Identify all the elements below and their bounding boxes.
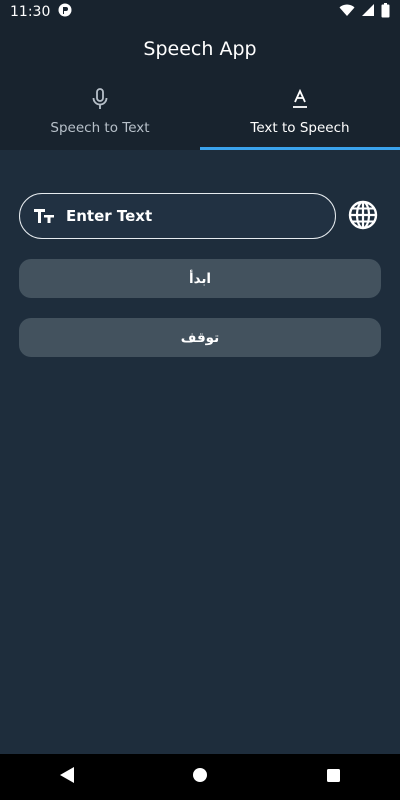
- tab-bar: Speech to Text Text to Speech: [0, 82, 400, 150]
- recents-icon: [326, 768, 341, 787]
- stop-button-label: توقف: [180, 329, 220, 346]
- main-content: ابدأ توقف: [0, 150, 400, 754]
- app-header: Speech App Speech to Text Text to Speech: [0, 24, 400, 150]
- home-button[interactable]: [180, 757, 220, 797]
- wifi-icon: [339, 4, 355, 21]
- back-button[interactable]: [47, 757, 87, 797]
- stop-button[interactable]: توقف: [19, 318, 381, 357]
- status-time: 11:30: [10, 4, 51, 20]
- tab-speech-to-text-label: Speech to Text: [50, 120, 150, 136]
- battery-icon: [381, 2, 390, 22]
- signal-icon: [361, 3, 375, 21]
- recents-button[interactable]: [313, 757, 353, 797]
- microphone-icon: [91, 86, 109, 112]
- app-title: Speech App: [143, 38, 257, 60]
- start-button-label: ابدأ: [188, 270, 212, 287]
- back-icon: [59, 766, 75, 788]
- tab-text-to-speech[interactable]: Text to Speech: [200, 82, 400, 150]
- language-button[interactable]: [347, 200, 379, 234]
- start-button[interactable]: ابدأ: [19, 259, 381, 298]
- text-input[interactable]: [66, 207, 335, 225]
- text-format-icon: [292, 86, 308, 112]
- system-nav-bar: [0, 754, 400, 800]
- globe-icon: [348, 200, 378, 234]
- text-fields-icon: [32, 204, 56, 228]
- notification-app-icon: [58, 3, 72, 21]
- status-bar: 11:30: [0, 0, 400, 24]
- tab-text-to-speech-label: Text to Speech: [250, 120, 350, 136]
- tab-speech-to-text[interactable]: Speech to Text: [0, 82, 200, 150]
- home-icon: [192, 767, 208, 787]
- text-input-container[interactable]: [19, 193, 336, 239]
